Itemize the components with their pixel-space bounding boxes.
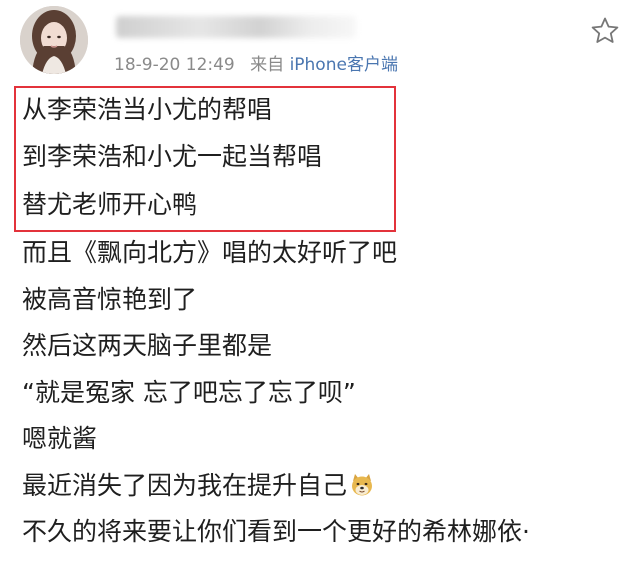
post-header: 18-9-20 12:49 来自 iPhone客户端 bbox=[20, 6, 620, 76]
highlighted-line-2: 到李荣浩和小尤一起当帮唱 bbox=[22, 142, 323, 171]
weibo-post: 18-9-20 12:49 来自 iPhone客户端 从李荣浩当小尤的帮唱 到李… bbox=[0, 0, 640, 562]
body-line-4: “就是冤家 忘了吧忘了忘了呗” bbox=[22, 378, 356, 407]
highlighted-line-3: 替尤老师开心鸭 bbox=[22, 190, 198, 219]
post-meta: 18-9-20 12:49 来自 iPhone客户端 bbox=[114, 50, 398, 75]
body-line-6: 最近消失了因为我在提升自己 bbox=[22, 471, 348, 500]
avatar[interactable] bbox=[20, 6, 88, 74]
username-blurred bbox=[116, 16, 356, 38]
body-line-6-wrap: 最近消失了因为我在提升自己 bbox=[22, 471, 375, 501]
body-line-5: 嗯就酱 bbox=[22, 424, 98, 453]
post-timestamp: 18-9-20 12:49 bbox=[114, 55, 235, 75]
body-line-3: 然后这两天脑子里都是 bbox=[22, 331, 273, 360]
highlighted-line-1: 从李荣浩当小尤的帮唱 bbox=[22, 95, 273, 124]
source-prefix: 来自 bbox=[250, 55, 285, 75]
post-source-link[interactable]: iPhone客户端 bbox=[290, 55, 398, 75]
avatar-image bbox=[20, 6, 88, 74]
body-line-7: 不久的将来要让你们看到一个更好的希林娜依· bbox=[22, 517, 530, 546]
doge-emoji-icon bbox=[352, 474, 373, 496]
body-line-1: 而且《飘向北方》唱的太好听了吧 bbox=[22, 238, 398, 267]
star-outline-icon[interactable] bbox=[590, 16, 620, 46]
body-line-2: 被高音惊艳到了 bbox=[22, 285, 198, 314]
